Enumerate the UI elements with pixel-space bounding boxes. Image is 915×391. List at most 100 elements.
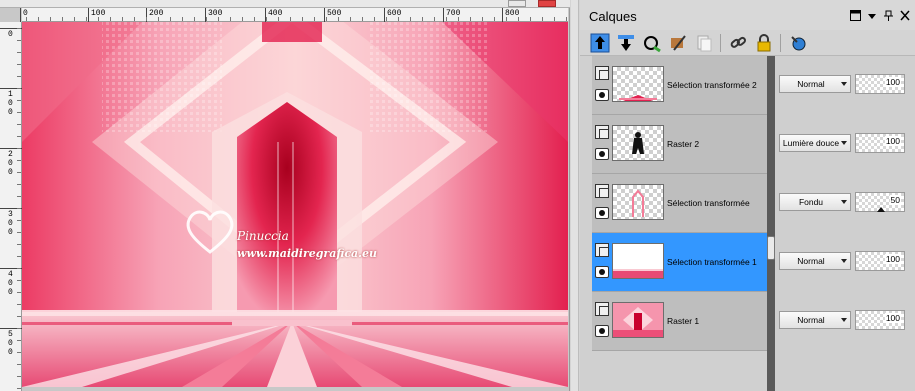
- dropdown-icon[interactable]: [868, 10, 876, 24]
- ruler-minor-tick: [62, 17, 63, 21]
- toolbar-separator: [720, 34, 721, 52]
- layer-list-scrollbar[interactable]: [767, 56, 775, 391]
- close-icon[interactable]: [900, 10, 910, 24]
- layers-toolbar: [580, 30, 915, 56]
- new-raster-layer-icon[interactable]: [590, 33, 610, 53]
- ruler-minor-tick: [17, 280, 21, 281]
- layer-row[interactable]: Sélection transformée 2: [592, 56, 767, 115]
- opacity-slider[interactable]: 100: [855, 133, 905, 153]
- layer-row[interactable]: Raster 2: [592, 115, 767, 174]
- visibility-eye-icon[interactable]: [595, 266, 609, 278]
- ruler-minor-tick: [434, 17, 435, 21]
- visibility-eye-icon[interactable]: [595, 325, 609, 337]
- layers-panel: Calques Sélection transformée 2 Raster 2…: [580, 0, 915, 391]
- opacity-value: 100: [884, 136, 901, 146]
- layer-thumbnail: [612, 125, 664, 161]
- layer-group-icon[interactable]: [595, 302, 609, 316]
- layer-row[interactable]: Raster 1: [592, 292, 767, 351]
- layer-group-icon[interactable]: [595, 184, 609, 198]
- opacity-slider[interactable]: 50: [855, 192, 905, 212]
- blend-mode-value: Normal: [797, 256, 825, 266]
- panel-title: Calques: [589, 9, 637, 24]
- blend-mode-dropdown[interactable]: Fondu: [779, 193, 851, 211]
- ruler-minor-tick: [26, 17, 27, 21]
- ruler-minor-tick: [17, 232, 21, 233]
- opacity-slider[interactable]: 100: [855, 251, 905, 271]
- lock-icon[interactable]: [754, 33, 774, 53]
- chevron-down-icon: [841, 259, 847, 263]
- blend-mode-dropdown[interactable]: Normal: [779, 75, 851, 93]
- ruler-minor-tick: [506, 17, 507, 21]
- heart-logo-icon: [186, 210, 234, 254]
- ruler-minor-tick: [17, 304, 21, 305]
- opacity-marker[interactable]: [877, 207, 885, 212]
- new-adjustment-layer-icon[interactable]: [642, 33, 662, 53]
- ruler-minor-tick: [458, 17, 459, 21]
- minimize-button[interactable]: [508, 0, 526, 7]
- layer-name: Sélection transformée: [667, 198, 750, 208]
- duplicate-icon[interactable]: [694, 33, 714, 53]
- chevron-down-icon: [841, 82, 847, 86]
- document-title-bar[interactable]: [0, 0, 570, 8]
- ruler-minor-tick: [98, 17, 99, 21]
- ruler-minor-tick: [398, 17, 399, 21]
- visibility-eye-icon[interactable]: [595, 89, 609, 101]
- ruler-minor-tick: [566, 17, 567, 21]
- layer-group-icon[interactable]: [595, 125, 609, 139]
- ruler-label: 300: [8, 210, 13, 237]
- close-window-button[interactable]: [538, 0, 556, 7]
- ruler-tick: 100: [88, 8, 105, 22]
- canvas-window: 0 100 200 300 400 500 600 700 800 0 100 …: [0, 0, 570, 391]
- layer-name: Sélection transformée 2: [667, 80, 757, 90]
- ruler-minor-tick: [170, 17, 171, 21]
- ruler-minor-tick: [17, 352, 21, 353]
- link-icon[interactable]: [728, 33, 748, 53]
- ruler-minor-tick: [17, 28, 21, 29]
- layer-group-icon[interactable]: [595, 243, 609, 257]
- opacity-slider[interactable]: 100: [855, 310, 905, 330]
- new-mask-layer-icon[interactable]: [616, 33, 636, 53]
- ruler-minor-tick: [542, 17, 543, 21]
- eye-visibility-icon[interactable]: [788, 33, 808, 53]
- ruler-minor-tick: [17, 100, 21, 101]
- blend-mode-dropdown[interactable]: Normal: [779, 252, 851, 270]
- blend-mode-dropdown[interactable]: Normal: [779, 311, 851, 329]
- layer-row[interactable]: Sélection transformée 1: [592, 233, 767, 292]
- ruler-minor-tick: [254, 17, 255, 21]
- ruler-minor-tick: [314, 17, 315, 21]
- ruler-minor-tick: [17, 136, 21, 137]
- canvas-artwork[interactable]: Pinuccia www.maidiregrafica.eu: [22, 22, 568, 387]
- chevron-down-icon: [841, 200, 847, 204]
- opacity-slider[interactable]: 100: [855, 74, 905, 94]
- ruler-tick: 600: [384, 8, 401, 22]
- dark-figure-icon: [632, 132, 644, 154]
- ruler-minor-tick: [374, 17, 375, 21]
- scrollbar-handle[interactable]: [767, 236, 775, 260]
- ruler-minor-tick: [206, 17, 207, 21]
- pink-floor-strip-icon: [613, 269, 663, 278]
- brush-icon[interactable]: [668, 33, 688, 53]
- horizontal-ruler: 0 100 200 300 400 500 600 700 800: [20, 8, 568, 22]
- layer-row[interactable]: Sélection transformée: [592, 174, 767, 233]
- opacity-value: 100: [884, 77, 901, 87]
- panel-header: Calques: [580, 0, 915, 30]
- ruler-minor-tick: [158, 17, 159, 21]
- ruler-minor-tick: [134, 17, 135, 21]
- layer-properties-column: Normal 100 Lumière douce 100 Fondu 50 No…: [775, 56, 915, 391]
- ruler-minor-tick: [362, 17, 363, 21]
- panel-separator[interactable]: [571, 0, 579, 391]
- ruler-minor-tick: [122, 17, 123, 21]
- ruler-minor-tick: [266, 17, 267, 21]
- ruler-minor-tick: [410, 17, 411, 21]
- ruler-minor-tick: [494, 17, 495, 21]
- ruler-minor-tick: [17, 184, 21, 185]
- ruler-minor-tick: [17, 388, 21, 389]
- square-icon[interactable]: [850, 10, 861, 24]
- blend-mode-dropdown[interactable]: Lumière douce: [779, 134, 851, 152]
- ruler-label: 400: [268, 9, 283, 18]
- layer-group-icon[interactable]: [595, 66, 609, 80]
- ruler-label: 200: [8, 150, 13, 177]
- visibility-eye-icon[interactable]: [595, 148, 609, 160]
- pin-icon[interactable]: [883, 10, 894, 24]
- visibility-eye-icon[interactable]: [595, 207, 609, 219]
